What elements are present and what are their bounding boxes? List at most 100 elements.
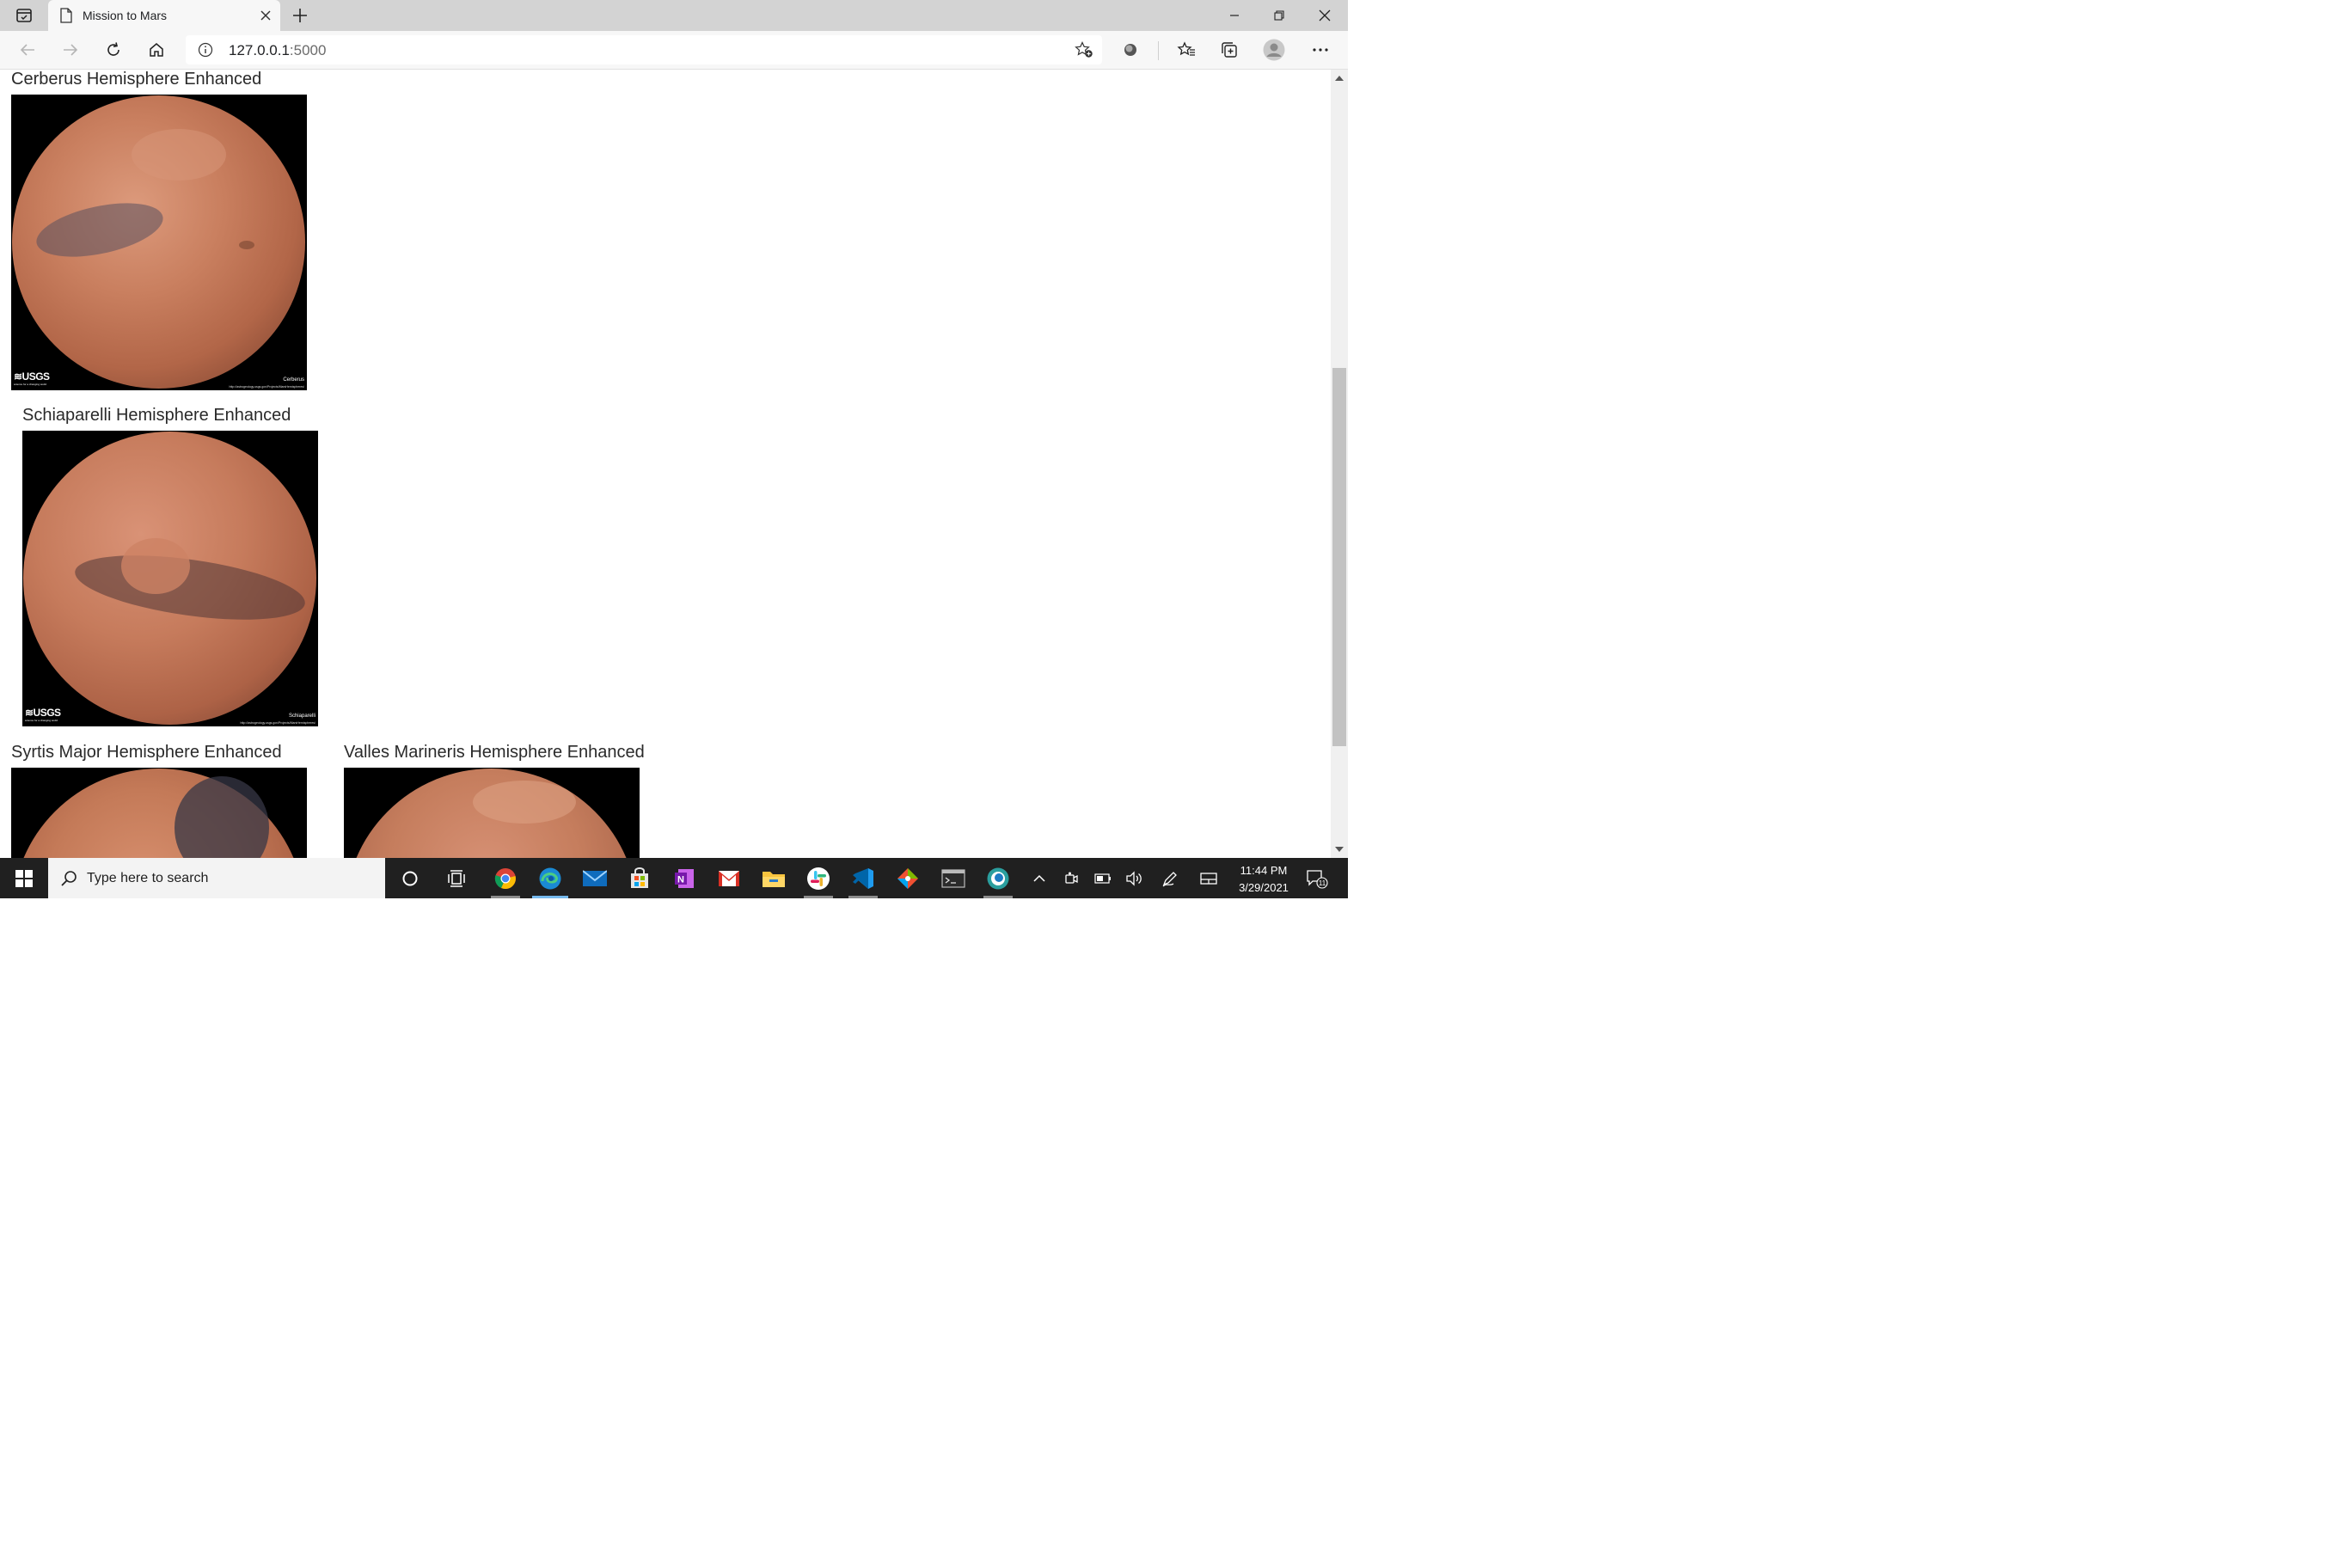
taskbar-app-gmail[interactable] [707,858,750,898]
browser-tab-bar: Mission to Mars [0,0,1348,31]
slack-icon [807,867,830,890]
gmail-icon [719,870,739,886]
chrome-icon [494,867,516,889]
clock-date: 3/29/2021 [1239,881,1289,894]
pen-icon [1162,871,1177,886]
hemisphere-title: Syrtis Major Hemisphere Enhanced [11,743,282,762]
keyboard-icon [1200,872,1217,885]
minimize-button[interactable] [1216,4,1253,27]
vscode-icon [853,867,873,889]
more-options-icon [1313,48,1328,52]
tray-battery[interactable] [1087,858,1118,898]
edge-dev-icon [987,867,1009,889]
search-placeholder: Type here to search [87,871,209,885]
battery-icon [1094,873,1111,884]
taskbar-app-chrome[interactable] [484,858,527,898]
taskbar-app-slack[interactable] [797,858,840,898]
taskbar-search-box[interactable]: Type here to search [48,858,385,898]
start-button[interactable] [0,858,48,898]
back-button[interactable] [15,38,40,62]
profile-button[interactable] [1261,38,1287,62]
favorites-button[interactable] [1173,38,1199,62]
browser-toolbar: 127.0.0.1:5000 [0,31,1348,70]
windows-taskbar: Type here to search N 11:44 PM 3/29/2021… [0,858,1348,898]
edge-icon [539,867,561,889]
crater-marking [239,241,254,249]
forward-button[interactable] [58,38,83,62]
tray-touch-keyboard[interactable] [1193,858,1224,898]
file-explorer-icon [763,871,785,887]
tray-pen-workspace[interactable] [1155,858,1185,898]
hemisphere-card-cerberus: Cerberus Hemisphere Enhanced ≋USGS scienc… [11,70,307,390]
usgs-logo: ≋USGS science for a changing world [14,371,50,386]
taskbar-app-vscode[interactable] [842,858,885,898]
restore-button[interactable] [1260,4,1298,27]
taskbar-app-edge-dev[interactable] [977,858,1020,898]
close-tab-icon[interactable] [258,8,273,23]
tray-volume[interactable] [1118,858,1149,898]
collections-button[interactable] [1216,38,1242,62]
home-button[interactable] [144,38,169,62]
taskbar-app-store[interactable] [618,858,661,898]
scrollbar-thumb[interactable] [1332,368,1346,746]
task-view-button[interactable] [435,858,478,898]
vertical-scrollbar[interactable] [1331,70,1348,858]
bright-region-marking [132,129,226,181]
bright-region-marking [473,781,576,824]
hemisphere-card-syrtis-major: Syrtis Major Hemisphere Enhanced [11,743,307,858]
home-icon [150,43,163,57]
toolbar-separator [1158,41,1159,60]
task-view-icon [448,869,465,887]
usgs-logo: ≋USGS science for a changing world [25,707,61,722]
hemisphere-card-valles-marineris: Valles Marineris Hemisphere Enhanced [344,743,645,858]
camera-icon [1065,872,1078,884]
terminal-icon [941,868,965,888]
chevron-up-icon [1033,874,1045,882]
taskbar-app-edge[interactable] [529,858,572,898]
taskbar-app-onenote[interactable]: N [663,858,706,898]
collections-icon [1222,42,1237,58]
taskbar-app-terminal[interactable] [932,858,975,898]
hemisphere-title: Valles Marineris Hemisphere Enhanced [344,743,645,762]
image-caption: Cerberus [283,377,304,383]
tray-meet-now[interactable] [1056,858,1087,898]
tab-actions-button[interactable] [9,5,40,26]
document-icon [60,8,72,23]
address-bar[interactable]: 127.0.0.1:5000 [186,35,1102,64]
image-caption: Schiaparelli [288,714,315,719]
new-tab-icon[interactable] [291,6,309,25]
info-icon[interactable] [198,42,213,58]
image-credit: http://astrogeology.usgs.gov/Projects/Ma… [240,721,315,725]
taskbar-app-file-explorer[interactable] [752,858,795,898]
tray-show-hidden-button[interactable] [1024,858,1055,898]
tab-actions-icon [16,9,32,22]
hemisphere-image-valles-marineris[interactable] [344,768,640,858]
add-favorite-icon[interactable] [1075,41,1093,58]
restore-icon [1274,10,1284,21]
minimize-icon [1230,15,1239,16]
hemisphere-image-cerberus[interactable]: ≋USGS science for a changing world Cerber… [11,95,307,390]
forward-arrow-icon [64,44,78,56]
hemisphere-image-schiaparelli[interactable]: ≋USGS science for a changing world Schiap… [22,431,318,726]
extension-button[interactable] [1118,38,1143,62]
taskbar-app-git[interactable] [886,858,929,898]
taskbar-app-mail[interactable] [573,858,616,898]
close-icon [1319,9,1331,21]
settings-menu-button[interactable] [1308,38,1333,62]
hemisphere-image-syrtis-major[interactable] [11,768,307,858]
browser-tab[interactable]: Mission to Mars [48,0,280,31]
address-url[interactable]: 127.0.0.1:5000 [229,42,326,59]
svg-text:N: N [677,874,684,885]
avatar-icon [1263,39,1285,61]
cortana-button[interactable] [389,858,432,898]
action-center-button[interactable]: 11 [1302,858,1332,898]
scroll-up-arrow-icon[interactable] [1335,76,1344,81]
taskbar-clock[interactable]: 11:44 PM 3/29/2021 [1224,862,1303,897]
refresh-button[interactable] [101,38,126,62]
mail-icon [583,869,607,886]
git-icon [897,867,918,889]
scroll-down-arrow-icon[interactable] [1335,847,1344,852]
hemisphere-card-schiaparelli: Schiaparelli Hemisphere Enhanced ≋USGS sc… [22,406,318,726]
close-window-button[interactable] [1306,4,1344,27]
tab-title: Mission to Mars [83,9,168,22]
